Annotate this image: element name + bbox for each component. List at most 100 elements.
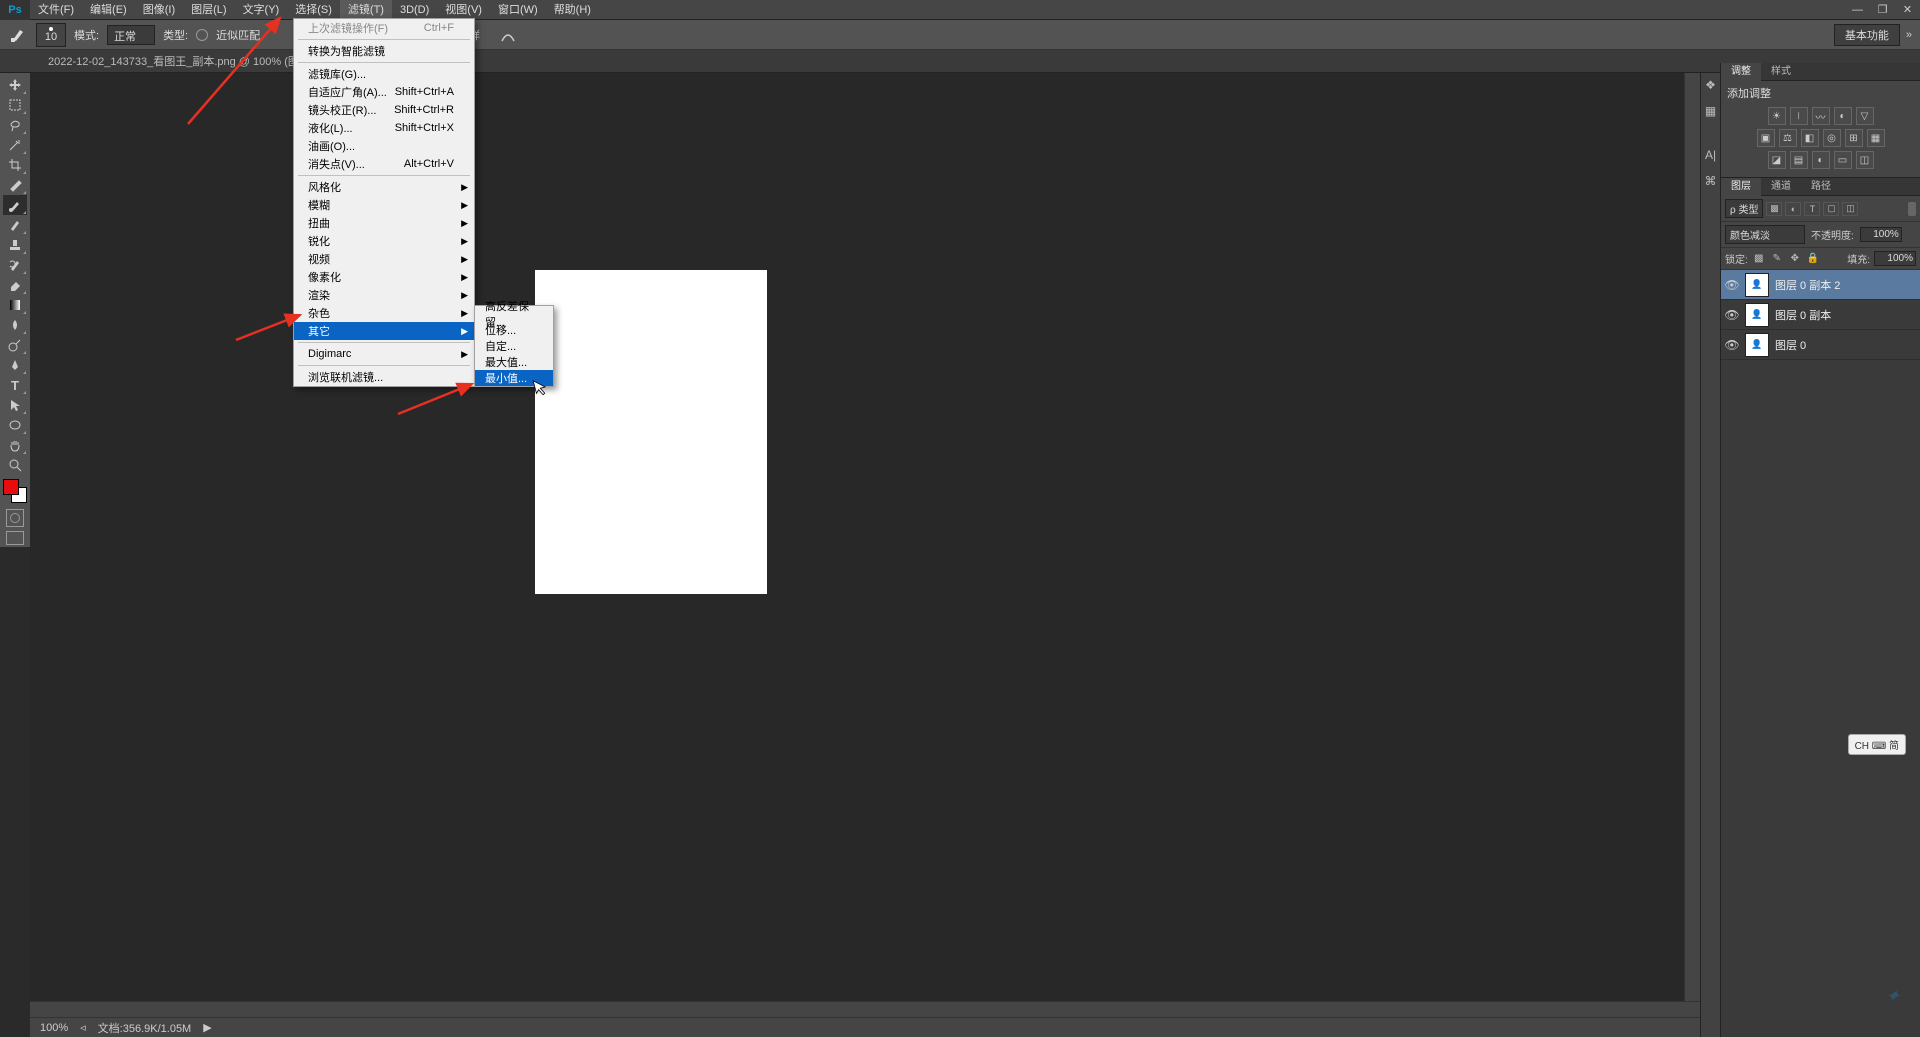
horizontal-scrollbar[interactable] xyxy=(30,1001,1700,1017)
filter-shape-icon[interactable]: ▢ xyxy=(1823,202,1839,216)
magic-wand-tool[interactable] xyxy=(3,135,27,155)
menu-type[interactable]: 文字(Y) xyxy=(235,0,288,20)
marquee-tool[interactable] xyxy=(3,95,27,115)
ime-indicator[interactable]: CH ⌨ 简 xyxy=(1848,734,1906,755)
filter-toggle[interactable] xyxy=(1908,202,1916,216)
menu-item-vanish[interactable]: 消失点(V)...Alt+Ctrl+V xyxy=(294,155,474,173)
vertical-scrollbar[interactable] xyxy=(1684,73,1700,1001)
menu-item-video[interactable]: 视频▶ xyxy=(294,250,474,268)
doc-info-arrow-icon[interactable]: ▶ xyxy=(203,1021,211,1034)
tab-paths[interactable]: 路径 xyxy=(1801,178,1841,196)
menu-item-oil[interactable]: 油画(O)... xyxy=(294,137,474,155)
hand-tool[interactable] xyxy=(3,435,27,455)
document-canvas[interactable] xyxy=(535,270,767,594)
menu-item-last-filter[interactable]: 上次滤镜操作(F) Ctrl+F xyxy=(294,19,474,37)
adj-balance-icon[interactable]: ⚖ xyxy=(1779,129,1797,147)
adj-threshold-icon[interactable]: ◐ xyxy=(1812,151,1830,169)
workspace-switcher[interactable]: 基本功能 xyxy=(1834,24,1900,46)
filter-adjust-icon[interactable]: ◐ xyxy=(1785,202,1801,216)
lasso-tool[interactable] xyxy=(3,115,27,135)
tab-channels[interactable]: 通道 xyxy=(1761,178,1801,196)
crop-tool[interactable] xyxy=(3,155,27,175)
menu-item-digimarc[interactable]: Digimarc▶ xyxy=(294,345,474,363)
menu-item-lens[interactable]: 镜头校正(R)...Shift+Ctrl+R xyxy=(294,101,474,119)
swatches-panel-icon[interactable]: ▦ xyxy=(1703,103,1719,119)
tab-styles[interactable]: 样式 xyxy=(1761,63,1801,81)
fill-value[interactable]: 100% xyxy=(1874,251,1916,266)
screen-mode-toggle[interactable] xyxy=(6,531,24,545)
type-radio[interactable] xyxy=(196,29,208,41)
filter-smart-icon[interactable]: ◫ xyxy=(1842,202,1858,216)
visibility-toggle-icon[interactable]: 👁 xyxy=(1725,308,1739,322)
layer-row[interactable]: 👁 👤 图层 0 副本 2 xyxy=(1721,270,1920,300)
menu-item-render[interactable]: 渲染▶ xyxy=(294,286,474,304)
layer-row[interactable]: 👁 👤 图层 0 xyxy=(1721,330,1920,360)
menu-item-convert-smart[interactable]: 转换为智能滤镜 xyxy=(294,42,474,60)
eyedropper-tool[interactable] xyxy=(3,175,27,195)
current-tool-icon[interactable] xyxy=(8,25,28,45)
gradient-tool[interactable] xyxy=(3,295,27,315)
layer-row[interactable]: 👁 👤 图层 0 副本 xyxy=(1721,300,1920,330)
eraser-tool[interactable] xyxy=(3,275,27,295)
menu-item-other[interactable]: 其它▶ xyxy=(294,322,474,340)
adj-brightness-icon[interactable]: ☀ xyxy=(1768,107,1786,125)
adj-levels-icon[interactable]: ⧘ xyxy=(1790,107,1808,125)
tab-adjustments[interactable]: 调整 xyxy=(1721,63,1761,81)
layer-blend-mode-select[interactable]: 颜色减淡 xyxy=(1725,225,1805,244)
menu-filter[interactable]: 滤镜(T) xyxy=(340,0,392,20)
adj-invert-icon[interactable]: ◪ xyxy=(1768,151,1786,169)
filter-type-icon[interactable]: T xyxy=(1804,202,1820,216)
adj-bw-icon[interactable]: ◧ xyxy=(1801,129,1819,147)
healing-brush-tool[interactable] xyxy=(3,195,27,215)
window-minimize-button[interactable]: — xyxy=(1845,0,1870,20)
visibility-toggle-icon[interactable]: 👁 xyxy=(1725,278,1739,292)
pen-tool[interactable] xyxy=(3,355,27,375)
adj-channel-mixer-icon[interactable]: ⊞ xyxy=(1845,129,1863,147)
color-swatches[interactable] xyxy=(3,479,27,503)
adj-lookup-icon[interactable]: ▦ xyxy=(1867,129,1885,147)
lock-transparency-icon[interactable]: ▩ xyxy=(1752,252,1766,266)
menu-window[interactable]: 窗口(W) xyxy=(490,0,546,20)
tab-layers[interactable]: 图层 xyxy=(1721,178,1761,196)
adj-vibrance-icon[interactable]: ▽ xyxy=(1856,107,1874,125)
menu-item-adaptive[interactable]: 自适应广角(A)...Shift+Ctrl+A xyxy=(294,83,474,101)
zoom-slider-icon[interactable]: ◃ xyxy=(80,1021,86,1034)
quick-mask-toggle[interactable] xyxy=(6,509,24,527)
type-tool[interactable]: T xyxy=(3,375,27,395)
adj-exposure-icon[interactable]: ◐ xyxy=(1834,107,1852,125)
menu-image[interactable]: 图像(I) xyxy=(135,0,183,20)
zoom-tool[interactable] xyxy=(3,455,27,475)
doc-info[interactable]: 文档:356.9K/1.05M xyxy=(98,1020,192,1036)
shape-tool[interactable] xyxy=(3,415,27,435)
layer-filter-kind-select[interactable]: ρ 类型 xyxy=(1725,199,1763,218)
submenu-item-maximum[interactable]: 最大值... xyxy=(475,354,553,370)
menu-edit[interactable]: 编辑(E) xyxy=(82,0,135,20)
color-panel-icon[interactable]: ❖ xyxy=(1703,77,1719,93)
menu-3d[interactable]: 3D(D) xyxy=(392,0,437,20)
move-tool[interactable] xyxy=(3,75,27,95)
menu-item-sharpen[interactable]: 锐化▶ xyxy=(294,232,474,250)
menu-item-distort[interactable]: 扭曲▶ xyxy=(294,214,474,232)
zoom-level[interactable]: 100% xyxy=(40,1022,68,1034)
lock-position-icon[interactable]: ✥ xyxy=(1788,252,1802,266)
adj-gradient-map-icon[interactable]: ▭ xyxy=(1834,151,1852,169)
blur-tool[interactable] xyxy=(3,315,27,335)
history-brush-tool[interactable] xyxy=(3,255,27,275)
adj-photo-filter-icon[interactable]: ◎ xyxy=(1823,129,1841,147)
lock-pixels-icon[interactable]: ✎ xyxy=(1770,252,1784,266)
adj-curves-icon[interactable]: 〰 xyxy=(1812,107,1830,125)
menu-select[interactable]: 选择(S) xyxy=(287,0,340,20)
menu-item-gallery[interactable]: 滤镜库(G)... xyxy=(294,65,474,83)
adj-posterize-icon[interactable]: ▤ xyxy=(1790,151,1808,169)
opacity-value[interactable]: 100% xyxy=(1860,227,1902,242)
menu-file[interactable]: 文件(F) xyxy=(30,0,82,20)
layer-thumbnail[interactable]: 👤 xyxy=(1745,303,1769,327)
window-maximize-button[interactable]: ❐ xyxy=(1870,0,1895,20)
menu-item-liquify[interactable]: 液化(L)...Shift+Ctrl+X xyxy=(294,119,474,137)
menu-item-browse-online[interactable]: 浏览联机滤镜... xyxy=(294,368,474,386)
brush-preset-picker[interactable]: 10 xyxy=(36,23,66,47)
foreground-color-swatch[interactable] xyxy=(3,479,19,495)
window-close-button[interactable]: ✕ xyxy=(1895,0,1920,20)
menu-item-noise[interactable]: 杂色▶ xyxy=(294,304,474,322)
filter-pixel-icon[interactable]: ▩ xyxy=(1766,202,1782,216)
